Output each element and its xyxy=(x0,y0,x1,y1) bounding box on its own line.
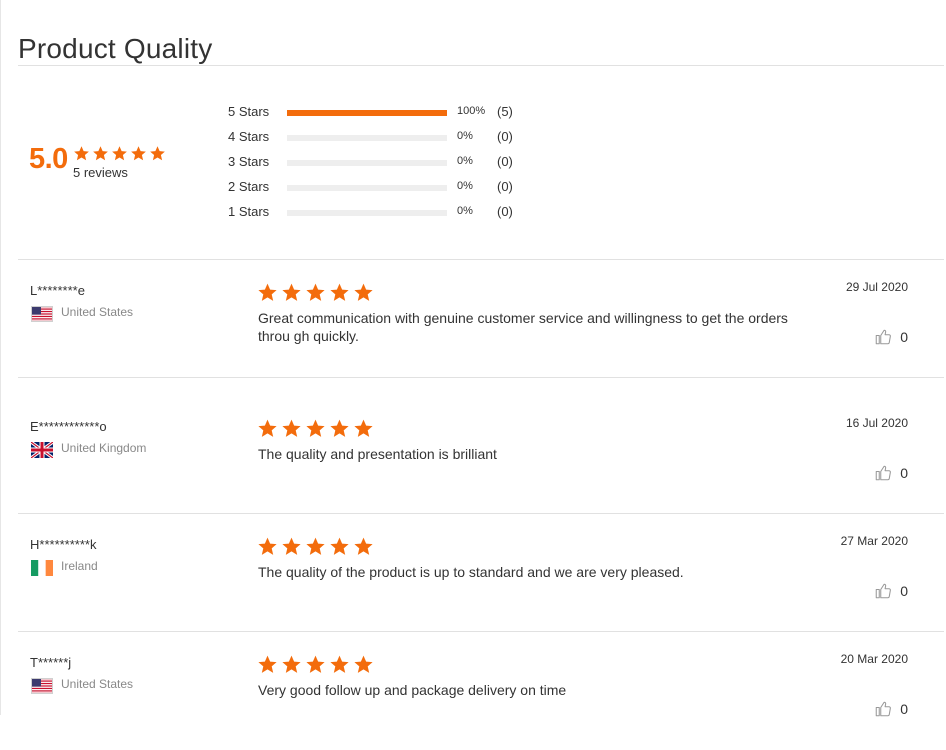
helpful-count: 0 xyxy=(900,583,908,599)
star-icon xyxy=(306,537,325,555)
distribution-bar xyxy=(287,110,447,116)
star-icon xyxy=(150,146,165,161)
distribution-label: 2 Stars xyxy=(228,179,270,194)
distribution-label: 4 Stars xyxy=(228,129,270,144)
review-divider xyxy=(18,377,944,378)
distribution-percent: 0% xyxy=(457,155,473,167)
star-icon xyxy=(131,146,146,161)
distribution-row-2[interactable]: 2 Stars 0% (0) xyxy=(228,177,548,197)
reviewer-country: United States xyxy=(61,305,134,319)
star-icon xyxy=(282,283,301,301)
distribution-count: (5) xyxy=(497,104,513,119)
reviewer-name: T******j xyxy=(30,655,72,670)
star-icon xyxy=(74,146,89,161)
distribution-label: 3 Stars xyxy=(228,154,270,169)
helpful-button[interactable]: 0 xyxy=(874,700,908,718)
distribution-count: (0) xyxy=(497,154,513,169)
star-icon xyxy=(306,655,325,673)
section-title: Product Quality xyxy=(18,32,213,64)
distribution-percent: 0% xyxy=(457,180,473,192)
distribution-label: 1 Stars xyxy=(228,204,270,219)
review-date: 29 Jul 2020 xyxy=(845,280,908,294)
review-stars xyxy=(257,536,374,557)
thumbs-up-icon xyxy=(875,465,892,481)
reviewer-country: United Kingdom xyxy=(61,441,147,455)
star-icon xyxy=(258,419,277,437)
star-icon xyxy=(330,655,349,673)
reviewer-country: Ireland xyxy=(61,559,98,573)
star-icon xyxy=(258,283,277,301)
uk-flag-icon xyxy=(31,442,53,458)
distribution-bar xyxy=(287,135,447,141)
distribution-row-5[interactable]: 5 Stars 100% (5) xyxy=(228,102,548,122)
review-count: 5 reviews xyxy=(73,165,128,180)
thumbs-up-icon xyxy=(875,329,892,345)
distribution-count: (0) xyxy=(497,129,513,144)
distribution-percent: 0% xyxy=(457,130,473,142)
review-item: E************o United Kingdom The qualit… xyxy=(18,396,944,514)
review-text: The quality of the product is up to stan… xyxy=(258,564,684,580)
distribution-label: 5 Stars xyxy=(228,104,270,119)
thumbs-up-icon xyxy=(875,583,892,599)
distribution-row-1[interactable]: 1 Stars 0% (0) xyxy=(228,202,548,222)
distribution-bar xyxy=(287,185,447,191)
star-icon xyxy=(306,419,325,437)
reviewer-country: United States xyxy=(61,677,134,691)
star-icon xyxy=(330,419,349,437)
star-icon xyxy=(330,537,349,555)
review-text: The quality and presentation is brillian… xyxy=(258,446,497,462)
star-icon xyxy=(354,537,373,555)
star-icon xyxy=(282,655,301,673)
review-stars xyxy=(257,418,374,439)
distribution-row-3[interactable]: 3 Stars 0% (0) xyxy=(228,152,548,172)
review-item: T******j United States Very good follow … xyxy=(18,632,944,750)
distribution-bar xyxy=(287,160,447,166)
review-date: 27 Mar 2020 xyxy=(840,534,908,548)
star-icon xyxy=(306,283,325,301)
review-text: Very good follow up and package delivery… xyxy=(258,682,567,698)
star-icon xyxy=(258,537,277,555)
helpful-button[interactable]: 0 xyxy=(874,464,908,482)
star-icon xyxy=(112,146,127,161)
average-rating: 5.0 xyxy=(29,143,68,175)
review-item: L********e United States Great communica… xyxy=(18,260,944,378)
distribution-count: (0) xyxy=(497,204,513,219)
page-left-border xyxy=(0,0,1,715)
star-icon xyxy=(354,655,373,673)
review-date: 20 Mar 2020 xyxy=(840,652,908,666)
star-icon xyxy=(282,419,301,437)
star-icon xyxy=(354,419,373,437)
thumbs-up-icon xyxy=(875,701,892,717)
us-flag-icon xyxy=(31,678,53,694)
reviewer-name: H**********k xyxy=(30,537,97,552)
review-date: 16 Jul 2020 xyxy=(845,416,908,430)
helpful-count: 0 xyxy=(900,465,908,481)
star-icon xyxy=(330,283,349,301)
title-divider xyxy=(18,65,944,66)
reviewer-name: E************o xyxy=(30,419,107,434)
distribution-count: (0) xyxy=(497,179,513,194)
average-stars xyxy=(73,145,166,162)
reviewer-name: L********e xyxy=(30,283,85,298)
star-icon xyxy=(93,146,108,161)
helpful-count: 0 xyxy=(900,329,908,345)
star-icon xyxy=(282,537,301,555)
ireland-flag-icon xyxy=(31,560,53,576)
review-stars xyxy=(257,282,374,303)
distribution-percent: 0% xyxy=(457,205,473,217)
star-icon xyxy=(258,655,277,673)
review-item: H**********k Ireland The quality of the … xyxy=(18,514,944,632)
helpful-button[interactable]: 0 xyxy=(874,328,908,346)
star-icon xyxy=(354,283,373,301)
review-text: Great communication with genuine custome… xyxy=(258,310,788,344)
distribution-bar-fill xyxy=(287,110,447,116)
review-stars xyxy=(257,654,374,675)
us-flag-icon xyxy=(31,306,53,322)
product-quality-page: Product Quality 5.0 5 reviews 5 Stars 10… xyxy=(0,0,946,717)
distribution-row-4[interactable]: 4 Stars 0% (0) xyxy=(228,127,548,147)
distribution-bar xyxy=(287,210,447,216)
helpful-button[interactable]: 0 xyxy=(874,582,908,600)
distribution-percent: 100% xyxy=(457,105,486,117)
